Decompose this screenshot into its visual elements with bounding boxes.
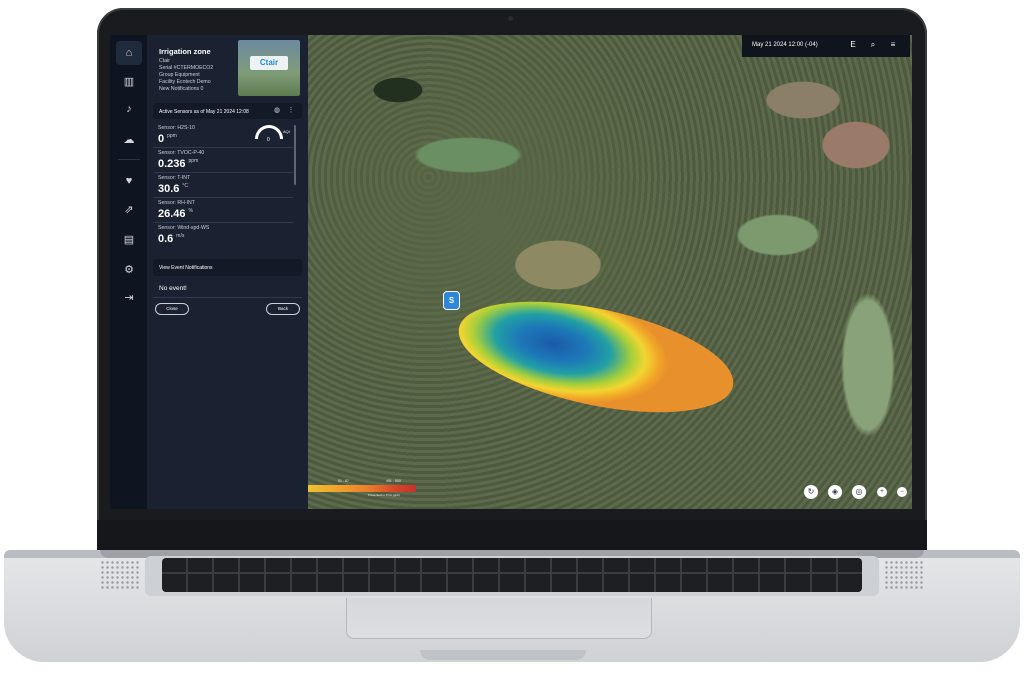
active-sensors-label: Active Sensors as of May 21 2024 12:08	[159, 109, 249, 115]
aqi-label: AQI	[283, 129, 290, 134]
datetime-display[interactable]: May 21 2024 12:00 (-04)	[752, 42, 818, 48]
keyboard	[162, 558, 862, 592]
weather-icon[interactable]: ☁	[119, 129, 139, 149]
divider	[153, 297, 302, 298]
rail-divider	[118, 159, 140, 160]
sensor-unit: ppm	[188, 158, 199, 164]
sensor-name: Sensor: RH-INT	[158, 200, 195, 206]
device-thumbnail: Ctair	[238, 40, 300, 96]
keyboard-row-divider	[162, 572, 862, 574]
locate-icon[interactable]: ◎	[852, 485, 866, 499]
zoom-in-button[interactable]: +	[877, 487, 887, 497]
nav-rail: ⌂ ▥ ♪ ☁ ♥ ⇗ ▤ ⚙ ⇥	[110, 35, 147, 509]
sensor-reading: 26.46	[158, 208, 186, 220]
export-icon[interactable]: ⇗	[119, 199, 139, 219]
zone-facility: Facility Ecotech Demo	[159, 79, 211, 85]
sensor-reading: 0.6	[158, 233, 174, 245]
ctair-logo: Ctair	[250, 56, 288, 70]
close-button[interactable]: Close	[155, 303, 189, 315]
sensor-unit: ppm	[167, 133, 177, 139]
sensor-value: 30.6 °C	[158, 183, 188, 195]
zone-notifications: New Notifications 0	[159, 86, 204, 92]
zone-company: Ctair	[159, 58, 170, 64]
sensor-name: Sensor: T-INT	[158, 175, 191, 181]
sensor-unit: %	[188, 208, 193, 214]
zone-title: Irrigation zone	[159, 47, 211, 56]
speaker-right	[884, 560, 924, 590]
e-icon[interactable]: E	[848, 40, 858, 50]
no-event-message: No event!	[159, 285, 187, 292]
sensor-reading: 30.6	[158, 183, 180, 195]
zoom-out-button[interactable]: −	[897, 487, 907, 497]
home-icon[interactable]: ⌂	[116, 41, 142, 65]
sensor-value: 26.46%	[158, 208, 193, 220]
sensor-list: Sensor: H2S-10 0 ppm 0 AQI Sensor: TVOC-P…	[153, 123, 298, 253]
sensor-value: 0 ppm	[158, 133, 177, 145]
map-legend: 51 - 67 491 - 500 Presented in TOU (ppb)	[308, 479, 416, 497]
map-topbar: May 21 2024 12:00 (-04) E ⌕ ≡	[742, 35, 910, 57]
search-icon[interactable]: ⌕	[868, 40, 878, 50]
sensor-name: Sensor: H2S-10	[158, 125, 195, 131]
zone-group: Group Equipment	[159, 72, 200, 78]
chart-icon[interactable]: ▥	[119, 71, 139, 91]
more-vert-icon[interactable]: ⋮	[287, 107, 295, 115]
gear-icon[interactable]: ⚙	[119, 259, 139, 279]
lid-notch	[420, 650, 586, 660]
sensor-name: Sensor: TVOC-P-40	[158, 150, 205, 156]
back-button[interactable]: Back	[266, 303, 300, 315]
bell-icon[interactable]: ♪	[119, 99, 139, 119]
sensor-row[interactable]: Sensor: Wind-spd-WS 0.6 m/s	[153, 223, 293, 247]
document-icon[interactable]: ▤	[119, 229, 139, 249]
logout-icon[interactable]: ⇥	[119, 287, 139, 307]
sensor-reading: 0.236	[158, 158, 186, 170]
legend-label: 491 - 500	[386, 479, 401, 483]
sensor-value: 0.236 ppm	[158, 158, 198, 170]
sensor-list-scrollbar[interactable]	[294, 125, 296, 185]
webcam	[508, 16, 513, 21]
sensor-panel: Irrigation zone Ctair Serial #CTERMOECO2…	[147, 35, 308, 509]
menu-icon[interactable]: ≡	[888, 40, 898, 50]
legend-colorbar	[308, 485, 416, 492]
globe-icon[interactable]: ◍	[273, 107, 281, 115]
screen: ⌂ ▥ ♪ ☁ ♥ ⇗ ▤ ⚙ ⇥ Irrigation zone Ctair …	[110, 35, 912, 509]
sensor-reading: 0	[158, 133, 165, 145]
sensor-row[interactable]: Sensor: H2S-10 0 ppm 0 AQI	[153, 123, 293, 148]
sensor-row[interactable]: Sensor: TVOC-P-40 0.236 ppm	[153, 148, 293, 173]
compass-icon[interactable]: ↻	[804, 485, 818, 499]
laptop-chin	[97, 520, 927, 550]
sensor-row[interactable]: Sensor: T-INT 30.6 °C	[153, 173, 293, 198]
zone-serial: Serial #CTERMOECO2	[159, 65, 214, 71]
dispersion-plume	[449, 280, 743, 434]
layers-icon[interactable]: ◈	[828, 485, 842, 499]
legend-label: 51 - 67	[338, 479, 349, 483]
speaker-left	[100, 560, 140, 590]
sensor-unit: m/s	[176, 233, 185, 239]
legend-caption: Presented in TOU (ppb)	[368, 493, 400, 497]
heart-icon[interactable]: ♥	[119, 171, 139, 191]
satellite-map[interactable]: S May 21 2024 12:00 (-04) E ⌕ ≡ 51 - 67 …	[308, 35, 912, 509]
sensor-marker[interactable]: S	[443, 291, 460, 310]
aqi-value: 0	[267, 137, 270, 143]
sensor-unit: °C	[182, 183, 189, 189]
trackpad	[346, 598, 652, 639]
event-notifications-label: View Event Notifications	[159, 265, 213, 271]
sensor-row[interactable]: Sensor: RH-INT 26.46%	[153, 198, 293, 223]
sensor-value: 0.6 m/s	[158, 233, 184, 245]
sensor-name: Sensor: Wind-spd-WS	[158, 225, 210, 231]
